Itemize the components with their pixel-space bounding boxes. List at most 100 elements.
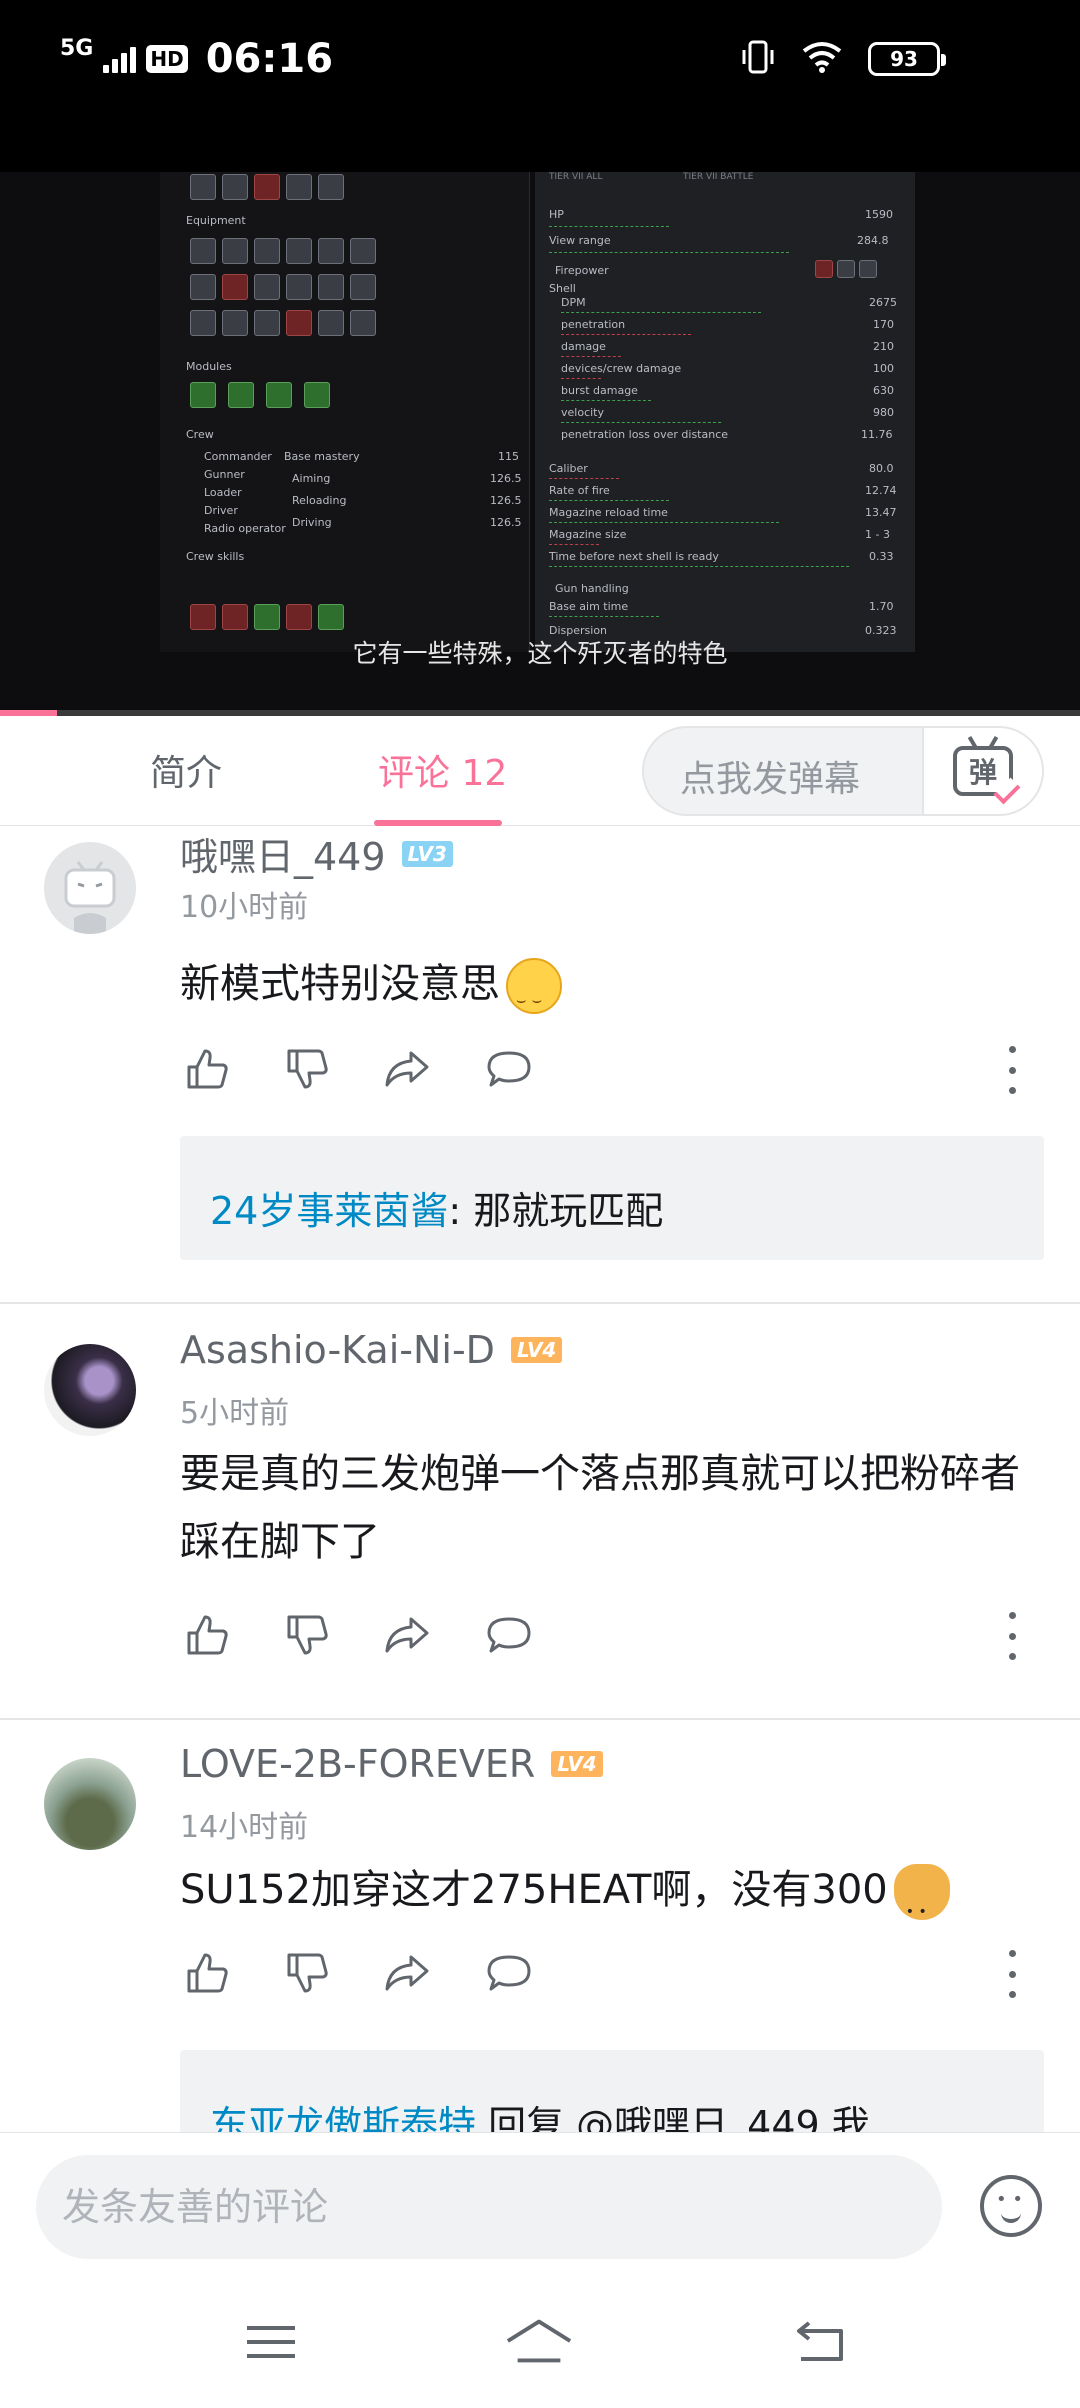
comment-username[interactable]: 哦嘿日_449 LV3 xyxy=(180,826,453,881)
video-skill-value: 115 xyxy=(498,450,519,463)
video-stat-value: 284.8 xyxy=(857,234,889,247)
thumb-up-icon xyxy=(187,1953,228,1993)
video-stat-bar xyxy=(549,252,789,253)
video-stat-label: damage xyxy=(561,340,606,353)
tab-comments[interactable]: 评论 12 xyxy=(378,744,507,796)
comment-bubble-icon xyxy=(487,1617,531,1653)
comment-input[interactable] xyxy=(36,2155,942,2259)
more-options-button[interactable] xyxy=(1002,1612,1022,1660)
level-badge: LV3 xyxy=(401,840,453,867)
video-stat-label: velocity xyxy=(561,406,604,419)
default-avatar-icon xyxy=(64,861,116,934)
video-equipment-slot xyxy=(222,310,248,336)
blush-emoji-icon xyxy=(506,958,562,1034)
dislike-button[interactable] xyxy=(280,1608,334,1662)
video-skill-slot xyxy=(318,604,344,630)
thumb-down-icon xyxy=(287,1615,328,1655)
reply-preview[interactable]: 东亚龙傲斯泰特 回复 @哦嘿日_449 我 xyxy=(180,2050,1044,2132)
video-section-gun-handling: Gun handling xyxy=(555,582,629,595)
video-label-equipment: Equipment xyxy=(186,214,246,227)
reply-username[interactable]: 东亚龙傲斯泰特 xyxy=(210,2103,476,2132)
like-button[interactable] xyxy=(180,1042,234,1096)
video-stat-value: 13.47 xyxy=(865,506,897,519)
avatar[interactable] xyxy=(44,1344,136,1436)
video-skill-slot xyxy=(222,604,248,630)
video-skill-label: Aiming xyxy=(292,472,331,485)
home-button[interactable] xyxy=(504,2312,574,2372)
comment-username[interactable]: Asashio-Kai-Ni-D LV4 xyxy=(180,1328,563,1372)
dislike-button[interactable] xyxy=(280,1946,334,2000)
reply-button[interactable] xyxy=(482,1042,536,1096)
video-stat-label: HP xyxy=(549,208,564,221)
video-crew-role: Commander xyxy=(204,450,272,463)
video-stat-bar xyxy=(549,544,599,545)
video-stat-value: 80.0 xyxy=(869,462,894,475)
share-button[interactable] xyxy=(380,1946,434,2000)
video-skill-value: 126.5 xyxy=(490,516,522,529)
video-stat-label: penetration loss over distance xyxy=(561,428,729,441)
video-stat-bar xyxy=(549,226,669,227)
video-crew-role: Loader xyxy=(204,486,242,499)
video-label-modules: Modules xyxy=(186,360,232,373)
video-stat-label: Rate of fire xyxy=(549,484,610,497)
like-button[interactable] xyxy=(180,1946,234,2000)
status-left: 5G HD 06:16 xyxy=(60,36,333,82)
tab-intro[interactable]: 简介 xyxy=(150,744,222,796)
signal-icon xyxy=(103,45,137,73)
reply-preview[interactable]: 24岁事莱茵酱: 那就玩匹配 xyxy=(180,1136,1044,1260)
video-stat-bar xyxy=(561,334,691,335)
danmaku-toggle-button[interactable]: 弹 xyxy=(922,728,1042,814)
emoji-picker-button[interactable] xyxy=(980,2175,1042,2237)
video-stat-label: burst damage xyxy=(561,384,638,397)
video-equipment-slot xyxy=(254,238,280,264)
avatar[interactable] xyxy=(44,842,136,934)
video-stat-bar xyxy=(549,522,779,523)
video-label-crew-skills: Crew skills xyxy=(186,550,245,563)
comment-actions xyxy=(180,1042,1060,1102)
more-options-button[interactable] xyxy=(1002,1046,1022,1094)
video-stat-label: DPM xyxy=(561,296,586,309)
thumb-up-icon xyxy=(187,1615,228,1655)
video-player[interactable]: Equipment Modules Crew Commander Gunner … xyxy=(0,172,1080,716)
dislike-button[interactable] xyxy=(280,1042,334,1096)
menu-icon xyxy=(247,2326,295,2358)
comment-username[interactable]: LOVE-2B-FOREVER LV4 xyxy=(180,1742,603,1786)
video-tier-label: TIER VII ALL xyxy=(549,172,603,182)
danmaku-input[interactable]: 点我发弹幕 弹 xyxy=(642,726,1044,816)
like-button[interactable] xyxy=(180,1608,234,1662)
share-button[interactable] xyxy=(380,1042,434,1096)
username-text: LOVE-2B-FOREVER xyxy=(180,1742,536,1786)
video-stat-value: 0.33 xyxy=(869,550,894,563)
video-shell-slot xyxy=(859,260,877,278)
video-tier-label: TIER VII BATTLE xyxy=(683,172,754,182)
clock: 06:16 xyxy=(205,36,334,82)
video-skill-label: Reloading xyxy=(292,494,347,507)
video-crew-role: Driver xyxy=(204,504,238,517)
level-badge: LV4 xyxy=(551,1751,603,1777)
back-button[interactable] xyxy=(786,2312,856,2372)
menu-button[interactable] xyxy=(236,2312,306,2372)
video-stat-label: Shell xyxy=(549,282,576,295)
reply-username[interactable]: 24岁事莱茵酱 xyxy=(210,1189,448,1233)
status-bar: 5G HD 06:16 93 xyxy=(0,0,1080,172)
video-equipment-slot xyxy=(222,174,248,200)
video-stat-value: 12.74 xyxy=(865,484,897,497)
video-stat-bar xyxy=(549,566,849,567)
system-nav-bar xyxy=(0,2282,1080,2408)
reply-button[interactable] xyxy=(482,1946,536,2000)
video-crew-role: Radio operator xyxy=(204,522,286,535)
video-module-slot xyxy=(228,382,254,408)
avatar[interactable] xyxy=(44,1758,136,1850)
comment-text: 要是真的三发炮弹一个落点那真就可以把粉碎者踩在脚下了 xyxy=(180,1451,1020,1565)
reply-button[interactable] xyxy=(482,1608,536,1662)
video-equipment-slot xyxy=(254,274,280,300)
video-section-firepower: Firepower xyxy=(555,264,609,277)
video-stat-value: 170 xyxy=(873,318,894,331)
video-equipment-slot xyxy=(318,274,344,300)
more-options-button[interactable] xyxy=(1002,1950,1022,1998)
video-stat-value: 210 xyxy=(873,340,894,353)
share-button[interactable] xyxy=(380,1608,434,1662)
comment-list[interactable]: 哦嘿日_449 LV3 10小时前 新模式特别没意思 24岁事莱茵酱: 那就玩匹… xyxy=(0,826,1080,2132)
comment-text-content: 新模式特别没意思 xyxy=(180,961,500,1007)
video-frame-left-panel: Equipment Modules Crew Commander Gunner … xyxy=(160,172,530,652)
